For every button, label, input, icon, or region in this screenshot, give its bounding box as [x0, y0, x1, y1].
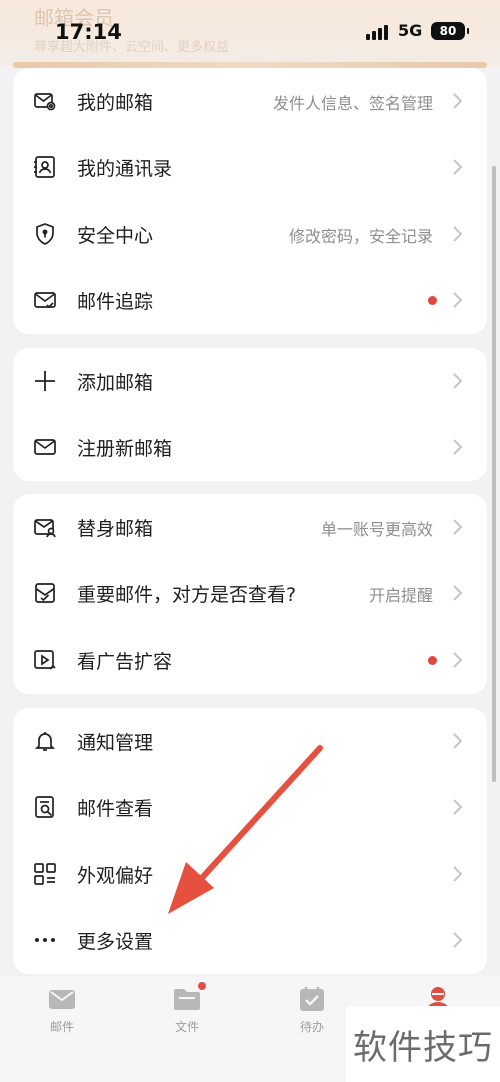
menu-item-ad-expand[interactable]: 看广告扩容 — [13, 627, 487, 693]
unread-dot — [428, 656, 437, 665]
appearance-icon — [33, 862, 57, 886]
chevron-right-icon — [451, 798, 463, 816]
shield-icon — [33, 222, 57, 246]
plus-icon — [33, 369, 57, 393]
mail-view-icon — [33, 795, 57, 819]
settings-group-add: 添加邮箱 注册新邮箱 — [13, 348, 487, 481]
menu-hint: 单一账号更高效 — [320, 520, 433, 539]
menu-label: 通知管理 — [77, 732, 154, 754]
menu-label: 我的邮箱 — [77, 92, 154, 114]
menu-label: 添加邮箱 — [77, 372, 154, 394]
tab-label: 文件 — [174, 1020, 199, 1034]
chevron-right-icon — [451, 438, 463, 456]
mail-track-icon — [33, 288, 57, 312]
chevron-right-icon — [451, 931, 463, 949]
status-time: 17:14 — [55, 20, 122, 44]
envelope-icon — [33, 435, 57, 459]
chevron-right-icon — [451, 865, 463, 883]
chevron-right-icon — [451, 92, 463, 110]
chevron-right-icon — [451, 584, 463, 602]
contacts-icon — [33, 155, 57, 179]
network-type: 5G — [398, 21, 423, 40]
menu-label: 邮件追踪 — [77, 291, 154, 313]
files-badge-dot — [198, 982, 206, 990]
chevron-right-icon — [451, 291, 463, 309]
menu-label: 注册新邮箱 — [77, 438, 173, 460]
chevron-right-icon — [451, 158, 463, 176]
tab-mail[interactable]: 邮件 — [22, 984, 102, 1044]
settings-group-features: 替身邮箱 单一账号更高效 重要邮件，对方是否查看? 开启提醒 看广告扩容 — [13, 494, 487, 694]
settings-group-preferences: 通知管理 邮件查看 外观偏好 更多设置 — [13, 708, 487, 974]
tab-label: 待办 — [299, 1020, 324, 1034]
todo-tab-icon — [297, 984, 327, 1014]
menu-label: 更多设置 — [77, 931, 154, 953]
watermark: 软件技巧 — [346, 1006, 500, 1082]
menu-label: 替身邮箱 — [77, 518, 154, 540]
scrollbar[interactable] — [492, 166, 496, 782]
menu-label: 看广告扩容 — [77, 651, 173, 673]
menu-hint: 修改密码，安全记录 — [288, 227, 433, 246]
tab-todo[interactable]: 待办 — [272, 984, 352, 1044]
chevron-right-icon — [451, 372, 463, 390]
menu-hint: 发件人信息、签名管理 — [272, 94, 433, 113]
chevron-right-icon — [451, 518, 463, 536]
chevron-right-icon — [451, 651, 463, 669]
menu-item-my-mailbox[interactable]: 我的邮箱 发件人信息、签名管理 — [13, 68, 487, 134]
battery-icon: 80 — [431, 22, 469, 40]
unread-dot — [428, 296, 437, 305]
menu-item-notifications[interactable]: 通知管理 — [13, 708, 487, 774]
alias-mail-icon — [33, 515, 57, 539]
menu-item-read-receipt[interactable]: 重要邮件，对方是否查看? 开启提醒 — [13, 560, 487, 626]
menu-label: 重要邮件，对方是否查看? — [77, 584, 297, 606]
menu-item-more-settings[interactable]: 更多设置 — [13, 907, 487, 973]
menu-label: 我的通讯录 — [77, 158, 173, 180]
menu-item-contacts[interactable]: 我的通讯录 — [13, 134, 487, 200]
menu-item-appearance[interactable]: 外观偏好 — [13, 841, 487, 907]
menu-item-register-mailbox[interactable]: 注册新邮箱 — [13, 414, 487, 480]
more-dots-icon — [33, 928, 57, 952]
settings-group-account: 我的邮箱 发件人信息、签名管理 我的通讯录 安全中心 修改密码，安全记录 邮件追… — [13, 68, 487, 334]
menu-item-add-mailbox[interactable]: 添加邮箱 — [13, 348, 487, 414]
menu-item-mail-view[interactable]: 邮件查看 — [13, 774, 487, 840]
mail-tab-icon — [47, 984, 77, 1014]
folder-tab-icon — [172, 982, 206, 1014]
status-bar: 邮箱会员 尊享超大附件、云空间、更多权益 17:14 5G 80 — [0, 0, 500, 66]
menu-item-mail-tracking[interactable]: 邮件追踪 — [13, 267, 487, 333]
menu-item-security-center[interactable]: 安全中心 修改密码，安全记录 — [13, 201, 487, 267]
menu-label: 安全中心 — [77, 225, 154, 247]
menu-label: 外观偏好 — [77, 865, 154, 887]
chevron-right-icon — [451, 225, 463, 243]
tab-files[interactable]: 文件 — [147, 982, 227, 1044]
signal-icon — [366, 24, 388, 40]
video-ad-icon — [33, 648, 57, 672]
bell-icon — [33, 729, 57, 753]
menu-hint: 开启提醒 — [368, 586, 433, 605]
mailbox-settings-icon — [33, 89, 57, 113]
menu-item-alias-mailbox[interactable]: 替身邮箱 单一账号更高效 — [13, 494, 487, 560]
menu-label: 邮件查看 — [77, 798, 154, 820]
tab-label: 邮件 — [49, 1020, 74, 1034]
read-receipt-icon — [33, 581, 57, 605]
chevron-right-icon — [451, 732, 463, 750]
